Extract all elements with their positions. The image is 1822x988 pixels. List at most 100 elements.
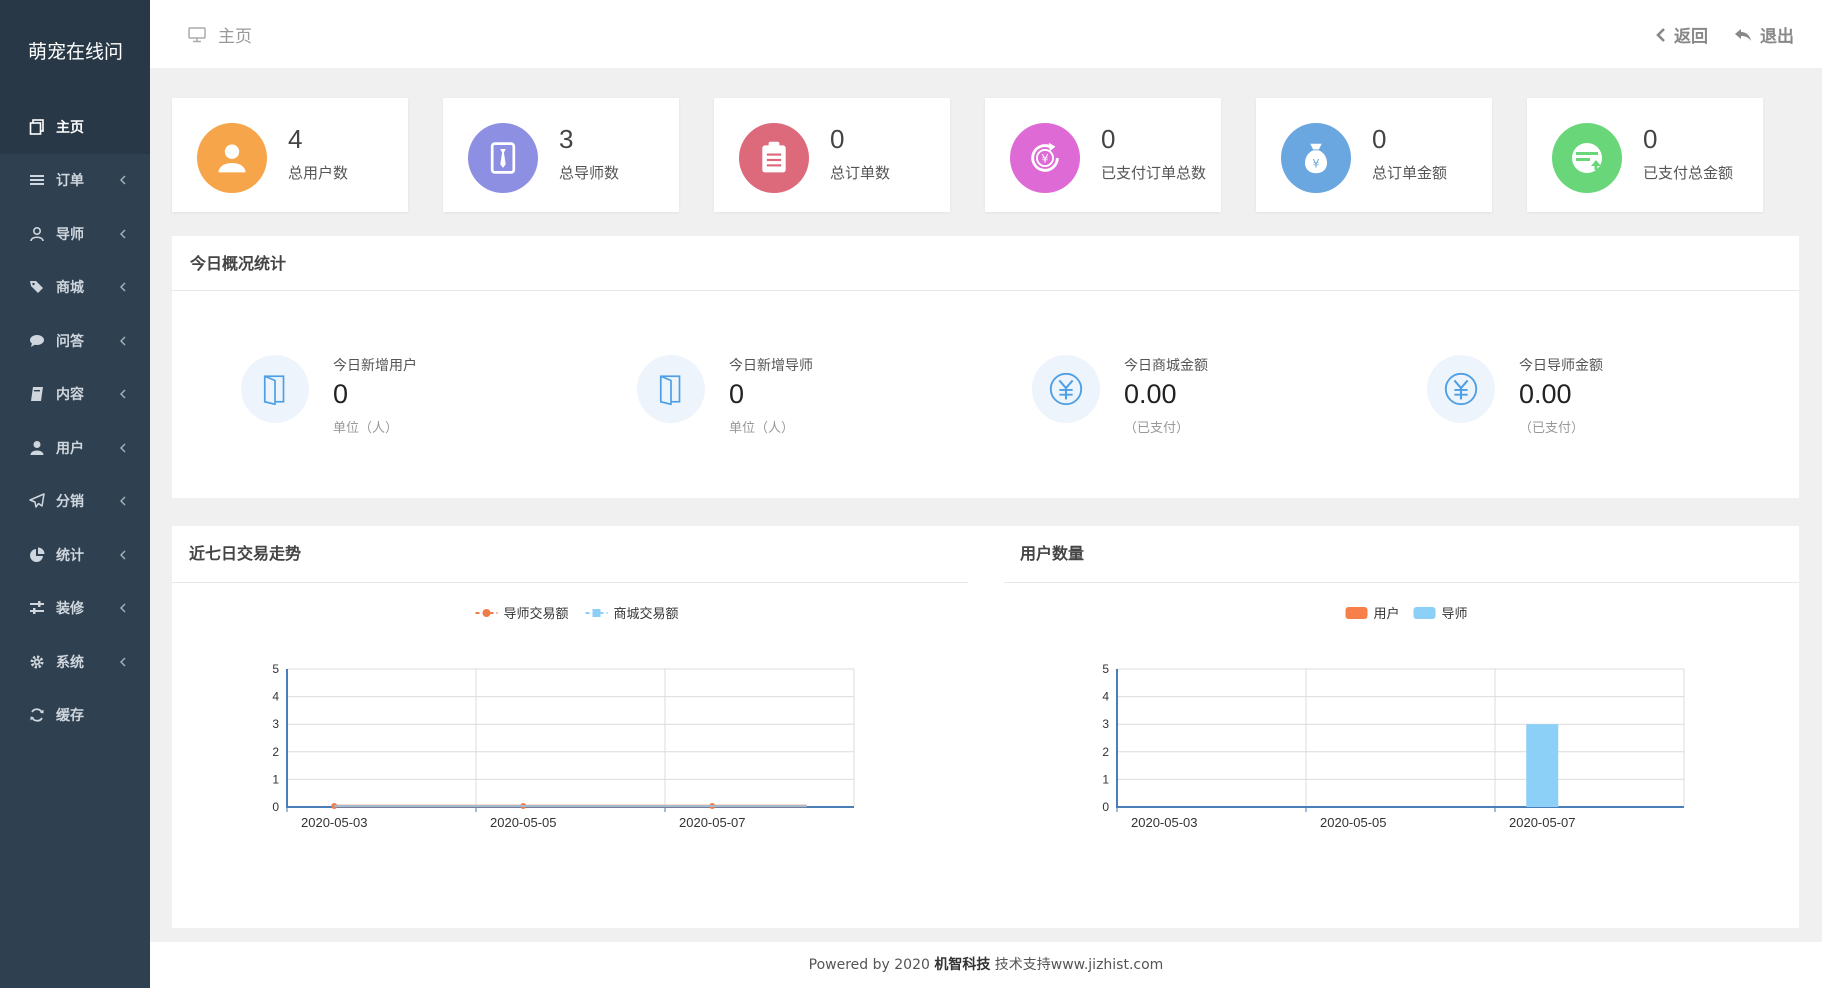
money-bag-icon: ¥ — [1281, 123, 1351, 193]
stat-value: 3 — [559, 124, 574, 154]
legend-label: 用户 — [1374, 606, 1400, 622]
y-tick-label: 5 — [1102, 662, 1109, 676]
user-icon — [28, 439, 46, 457]
breadcrumb[interactable]: 主页 — [188, 22, 252, 47]
sidebar-item-11[interactable]: 缓存 — [0, 689, 150, 743]
y-tick-label: 2 — [1102, 745, 1109, 759]
stat-card: 0 已支付总金额 — [1527, 98, 1763, 212]
sidebar-item-label: 主页 — [56, 119, 84, 136]
y-tick-label: 4 — [272, 690, 279, 704]
footer-prefix: Powered by 2020 — [808, 957, 935, 973]
clipboard-icon — [739, 123, 809, 193]
stat-value: 0 — [1101, 124, 1116, 154]
svg-text:¥: ¥ — [1041, 151, 1048, 165]
tie-icon — [468, 123, 538, 193]
bar-导师 — [1526, 724, 1559, 807]
stat-card: 3 总导师数 — [443, 98, 679, 212]
chevron-left-icon — [1656, 27, 1665, 42]
sidebar-item-label: 内容 — [56, 387, 84, 404]
back-button[interactable]: 返回 — [1656, 22, 1708, 47]
stat-value: 4 — [288, 124, 303, 154]
sidebar-item-9[interactable]: 装修 — [0, 582, 150, 636]
sidebar-item-8[interactable]: 统计 — [0, 528, 150, 582]
paper-plane-icon — [28, 492, 46, 510]
footer: Powered by 2020 机智科技 技术支持www.jizhist.com — [150, 942, 1822, 988]
sidebar-item-10[interactable]: 系统 — [0, 635, 150, 689]
sidebar-item-2[interactable]: 导师 — [0, 207, 150, 261]
chevron-left-icon — [118, 656, 128, 668]
legend-item[interactable]: 导师交易额 — [475, 606, 569, 622]
sidebar-item-4[interactable]: 问答 — [0, 314, 150, 368]
y-tick-label: 3 — [1102, 717, 1109, 731]
book-icon — [28, 385, 46, 403]
chevron-left-icon — [118, 549, 128, 561]
stat-card: 4 总用户数 — [172, 98, 408, 212]
legend-item[interactable]: 用户 — [1345, 606, 1400, 622]
sliders-icon — [28, 599, 46, 617]
today-stat-title: 今日导师金额 — [1519, 358, 1603, 374]
sidebar-menu: 主页订单导师商城问答内容用户分销统计 装修系统缓存 — [0, 100, 150, 742]
stat-card: ¥0 总订单金额 — [1256, 98, 1492, 212]
footer-company: 机智科技 — [934, 957, 991, 973]
legend-marker — [482, 609, 491, 617]
y-tick-label: 0 — [1102, 800, 1109, 814]
door-icon — [241, 355, 309, 423]
chart-legend: 导师交易额 商城交易额 — [475, 606, 679, 622]
legend-item[interactable]: 商城交易额 — [585, 606, 679, 622]
legend-marker — [592, 609, 601, 617]
gear-icon — [28, 653, 46, 671]
today-panel-title: 今日概况统计 — [190, 254, 287, 273]
stat-value: 0 — [1372, 124, 1387, 154]
logout-button[interactable]: 退出 — [1734, 22, 1794, 47]
sidebar: 萌宠在线问 主页 订单 导师 商城 问答 内容 用户 分销 统计 装修 系统 缓存 — [0, 0, 150, 988]
y-tick-label: 1 — [272, 772, 279, 786]
stat-value: 0 — [830, 124, 845, 154]
chevron-left-icon — [118, 335, 128, 347]
sidebar-item-5[interactable]: 内容 — [0, 368, 150, 422]
sidebar-item-6[interactable]: 用户 — [0, 421, 150, 475]
sidebar-item-0[interactable]: 主页 — [0, 100, 150, 154]
sidebar-item-1[interactable]: 订单 — [0, 154, 150, 208]
legend-bar-swatch — [1345, 607, 1368, 619]
stat-label: 总导师数 — [559, 164, 620, 182]
reply-icon — [1735, 28, 1751, 41]
users-panel-divider — [1004, 582, 1799, 583]
legend-bar-swatch — [1413, 607, 1436, 619]
legend-label: 导师交易额 — [504, 606, 569, 622]
sidebar-item-label: 问答 — [56, 333, 84, 350]
sidebar-item-7[interactable]: 分销 — [0, 475, 150, 529]
stat-label: 已支付总金额 — [1643, 164, 1734, 182]
sidebar-item-label: 缓存 — [56, 708, 84, 725]
stat-value: 0 — [1643, 124, 1658, 154]
x-tick-label: 2020-05-03 — [1131, 815, 1198, 830]
comment-icon — [28, 332, 46, 350]
y-tick-label: 4 — [1102, 690, 1109, 704]
legend-item[interactable]: 导师 — [1413, 607, 1468, 622]
sidebar-item-label: 商城 — [56, 280, 84, 297]
sidebar-item-3[interactable]: 商城 — [0, 261, 150, 315]
stat-label: 总订单数 — [830, 164, 891, 182]
sidebar-item-label: 系统 — [56, 654, 84, 671]
card-icon — [1552, 123, 1622, 193]
sidebar-item-label: 分销 — [56, 494, 84, 511]
user-icon — [197, 123, 267, 193]
today-stat-title: 今日新增用户 — [333, 358, 417, 374]
chart-grid: 0 1 2 3 4 5 — [1102, 662, 1685, 814]
trend-line-chart: 导师交易额 商城交易额 0 1 2 3 4 5 2020-05-03 2020-05-05 2020… — [272, 606, 855, 830]
today-stat: 今日商城金额 0.00 （已支付） — [1032, 355, 1332, 445]
logout-label: 退出 — [1760, 27, 1794, 47]
legend-label: 商城交易额 — [614, 606, 679, 622]
today-stat-value: 0.00 — [1124, 379, 1177, 409]
monitor-icon — [188, 26, 206, 42]
today-stat-unit: 单位（人） — [729, 421, 795, 436]
x-tick-label: 2020-05-05 — [1320, 815, 1387, 830]
chart-legend: 用户 导师 — [1345, 606, 1468, 622]
top-bar: 主页 返回 退出 — [150, 0, 1822, 68]
today-stat-title: 今日新增导师 — [729, 358, 813, 374]
sidebar-item-label: 订单 — [56, 173, 84, 190]
x-tick-label: 2020-05-07 — [679, 815, 746, 830]
chevron-left-icon — [118, 174, 128, 186]
x-tick-label: 2020-05-07 — [1509, 815, 1576, 830]
trend-panel-title: 近七日交易走势 — [189, 544, 302, 563]
yuan-circle-icon — [1427, 355, 1495, 423]
